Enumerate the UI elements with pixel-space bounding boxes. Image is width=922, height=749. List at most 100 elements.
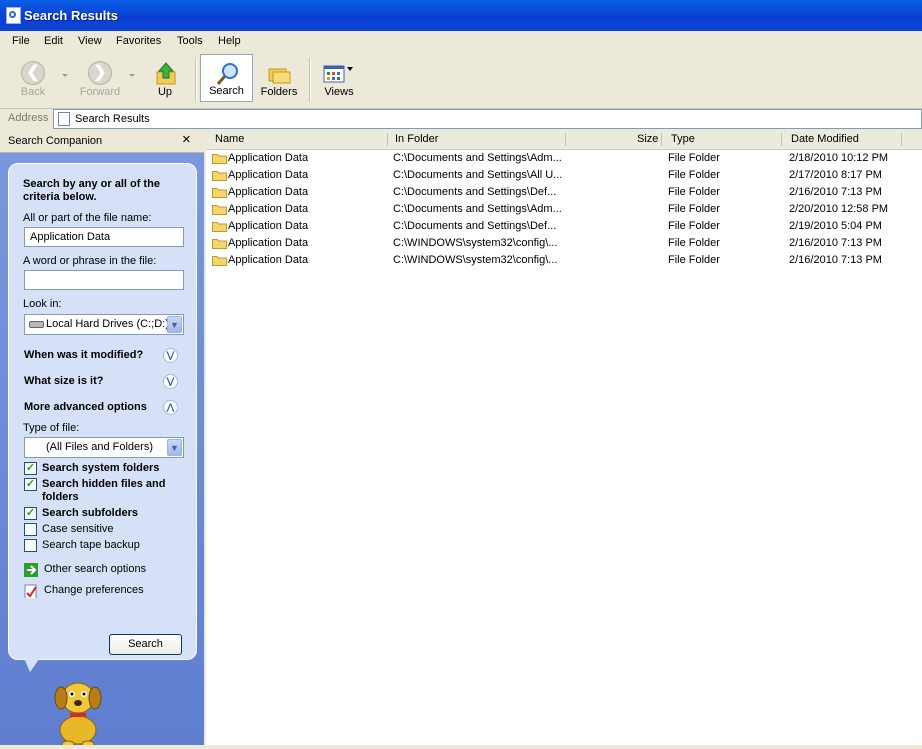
table-row[interactable]: Application Data C:\Documents and Setting… [206,218,922,235]
expand-chevron-icon[interactable]: ⋁ [163,374,178,389]
size-link[interactable]: What size is it? [24,375,103,387]
table-row[interactable]: Application Data C:\WINDOWS\system32\conf… [206,235,922,252]
cell-name: Application Data [228,220,309,232]
address-field[interactable]: Search Results [53,109,922,129]
views-button[interactable]: Views [316,54,362,102]
column-divider[interactable] [661,133,662,146]
folder-icon [212,171,227,181]
lookin-select[interactable]: Local Hard Drives (C:;D:) ▼ [24,314,184,335]
back-arrow-icon: ❮ [21,61,45,85]
column-size[interactable]: Size [637,133,658,145]
search-companion-panel: Search Companion × Search by any or all … [0,130,204,748]
cell-in-folder: C:\Documents and Settings\Def... [393,186,557,198]
search-button[interactable]: Search [109,634,182,655]
phrase-input[interactable] [24,270,184,290]
menu-edit[interactable]: Edit [44,35,63,47]
views-icon [323,65,353,83]
change-preferences-link[interactable]: Change preferences [44,584,144,596]
cell-type: File Folder [668,254,720,266]
table-row[interactable]: Application Data C:\Documents and Setting… [206,150,922,167]
folder-icon [212,239,227,249]
panel-body: Search by any or all of the criteria bel… [0,153,204,748]
cell-date-modified: 2/17/2010 8:17 PM [789,169,882,181]
cell-name: Application Data [228,152,309,164]
green-arrow-icon [24,563,38,577]
system-folders-label: Search system folders [42,462,160,474]
column-divider[interactable] [901,133,902,146]
lookin-value: Local Hard Drives (C:;D:) [46,318,169,330]
table-row[interactable]: Application Data C:\WINDOWS\system32\conf… [206,252,922,269]
search-criteria-bubble: Search by any or all of the criteria bel… [8,163,197,660]
column-name[interactable]: Name [215,133,244,145]
filename-input[interactable] [24,227,184,247]
column-divider[interactable] [781,133,782,146]
folder-icon [212,205,227,215]
cell-date-modified: 2/16/2010 7:13 PM [789,237,882,249]
address-label: Address [8,112,49,124]
results-list: Name In Folder Size Type Date Modified A… [206,130,922,745]
other-search-options-link[interactable]: Other search options [44,563,146,575]
phrase-label: A word or phrase in the file: [23,255,157,267]
menu-view[interactable]: View [78,35,102,47]
column-date-modified[interactable]: Date Modified [791,133,859,145]
system-folders-checkbox[interactable]: ✓ [24,462,37,475]
advanced-options-link[interactable]: More advanced options [24,401,147,413]
column-divider[interactable] [387,133,388,146]
tape-backup-checkbox[interactable] [24,539,37,552]
title-bar[interactable]: Search Results [0,0,922,31]
folder-icon [212,188,227,198]
cell-name: Application Data [228,203,309,215]
menu-bar: File Edit View Favorites Tools Help [0,31,922,53]
table-row[interactable]: Application Data C:\Documents and Setting… [206,201,922,218]
cell-name: Application Data [228,186,309,198]
search-toolbar-label: Search [209,85,244,97]
column-type[interactable]: Type [671,133,695,145]
up-label: Up [157,86,173,98]
back-dropdown-icon[interactable] [62,74,68,77]
table-row[interactable]: Application Data C:\Documents and Setting… [206,167,922,184]
case-sensitive-checkbox[interactable] [24,523,37,536]
chevron-down-icon[interactable]: ▼ [167,439,182,456]
cell-type: File Folder [668,152,720,164]
hard-drive-icon [29,321,44,328]
cell-date-modified: 2/19/2010 5:04 PM [789,220,882,232]
chevron-down-icon[interactable]: ▼ [167,316,182,333]
forward-dropdown-icon[interactable] [129,74,135,77]
filename-label: All or part of the file name: [23,212,152,224]
cell-date-modified: 2/20/2010 12:58 PM [789,203,889,215]
column-in-folder[interactable]: In Folder [395,133,438,145]
modified-link[interactable]: When was it modified? [24,349,143,361]
search-results-icon [6,7,21,24]
panel-title: Search Companion [8,135,103,147]
menu-help[interactable]: Help [218,35,241,47]
panel-header: Search Companion × [0,130,204,153]
cell-in-folder: C:\Documents and Settings\Def... [393,220,557,232]
up-button[interactable]: Up [143,54,187,102]
column-divider[interactable] [565,133,566,146]
collapse-chevron-icon[interactable]: ⋀ [163,400,178,415]
folders-button[interactable]: Folders [256,54,302,102]
subfolders-checkbox[interactable]: ✓ [24,507,37,520]
cell-date-modified: 2/18/2010 10:12 PM [789,152,889,164]
cell-type: File Folder [668,203,720,215]
column-header: Name In Folder Size Type Date Modified [206,130,922,150]
search-toolbar-button[interactable]: Search [200,54,253,102]
type-label: Type of file: [23,422,80,434]
menu-favorites[interactable]: Favorites [116,35,161,47]
table-row[interactable]: Application Data C:\Documents and Setting… [206,184,922,201]
close-icon[interactable]: × [182,131,191,148]
expand-chevron-icon[interactable]: ⋁ [163,348,178,363]
menu-tools[interactable]: Tools [177,35,203,47]
folder-icon [212,222,227,232]
hidden-files-checkbox[interactable]: ✓ [24,478,37,491]
up-folder-icon [156,62,176,85]
search-dog-icon[interactable] [46,668,110,748]
menu-file[interactable]: File [12,35,30,47]
type-select[interactable]: (All Files and Folders) ▼ [24,437,184,458]
toolbar-separator [195,58,197,102]
back-button[interactable]: ❮ Back [10,54,56,102]
cell-in-folder: C:\Documents and Settings\Adm... [393,203,562,215]
cell-type: File Folder [668,220,720,232]
forward-button[interactable]: ❯ Forward [74,54,126,102]
cell-type: File Folder [668,237,720,249]
